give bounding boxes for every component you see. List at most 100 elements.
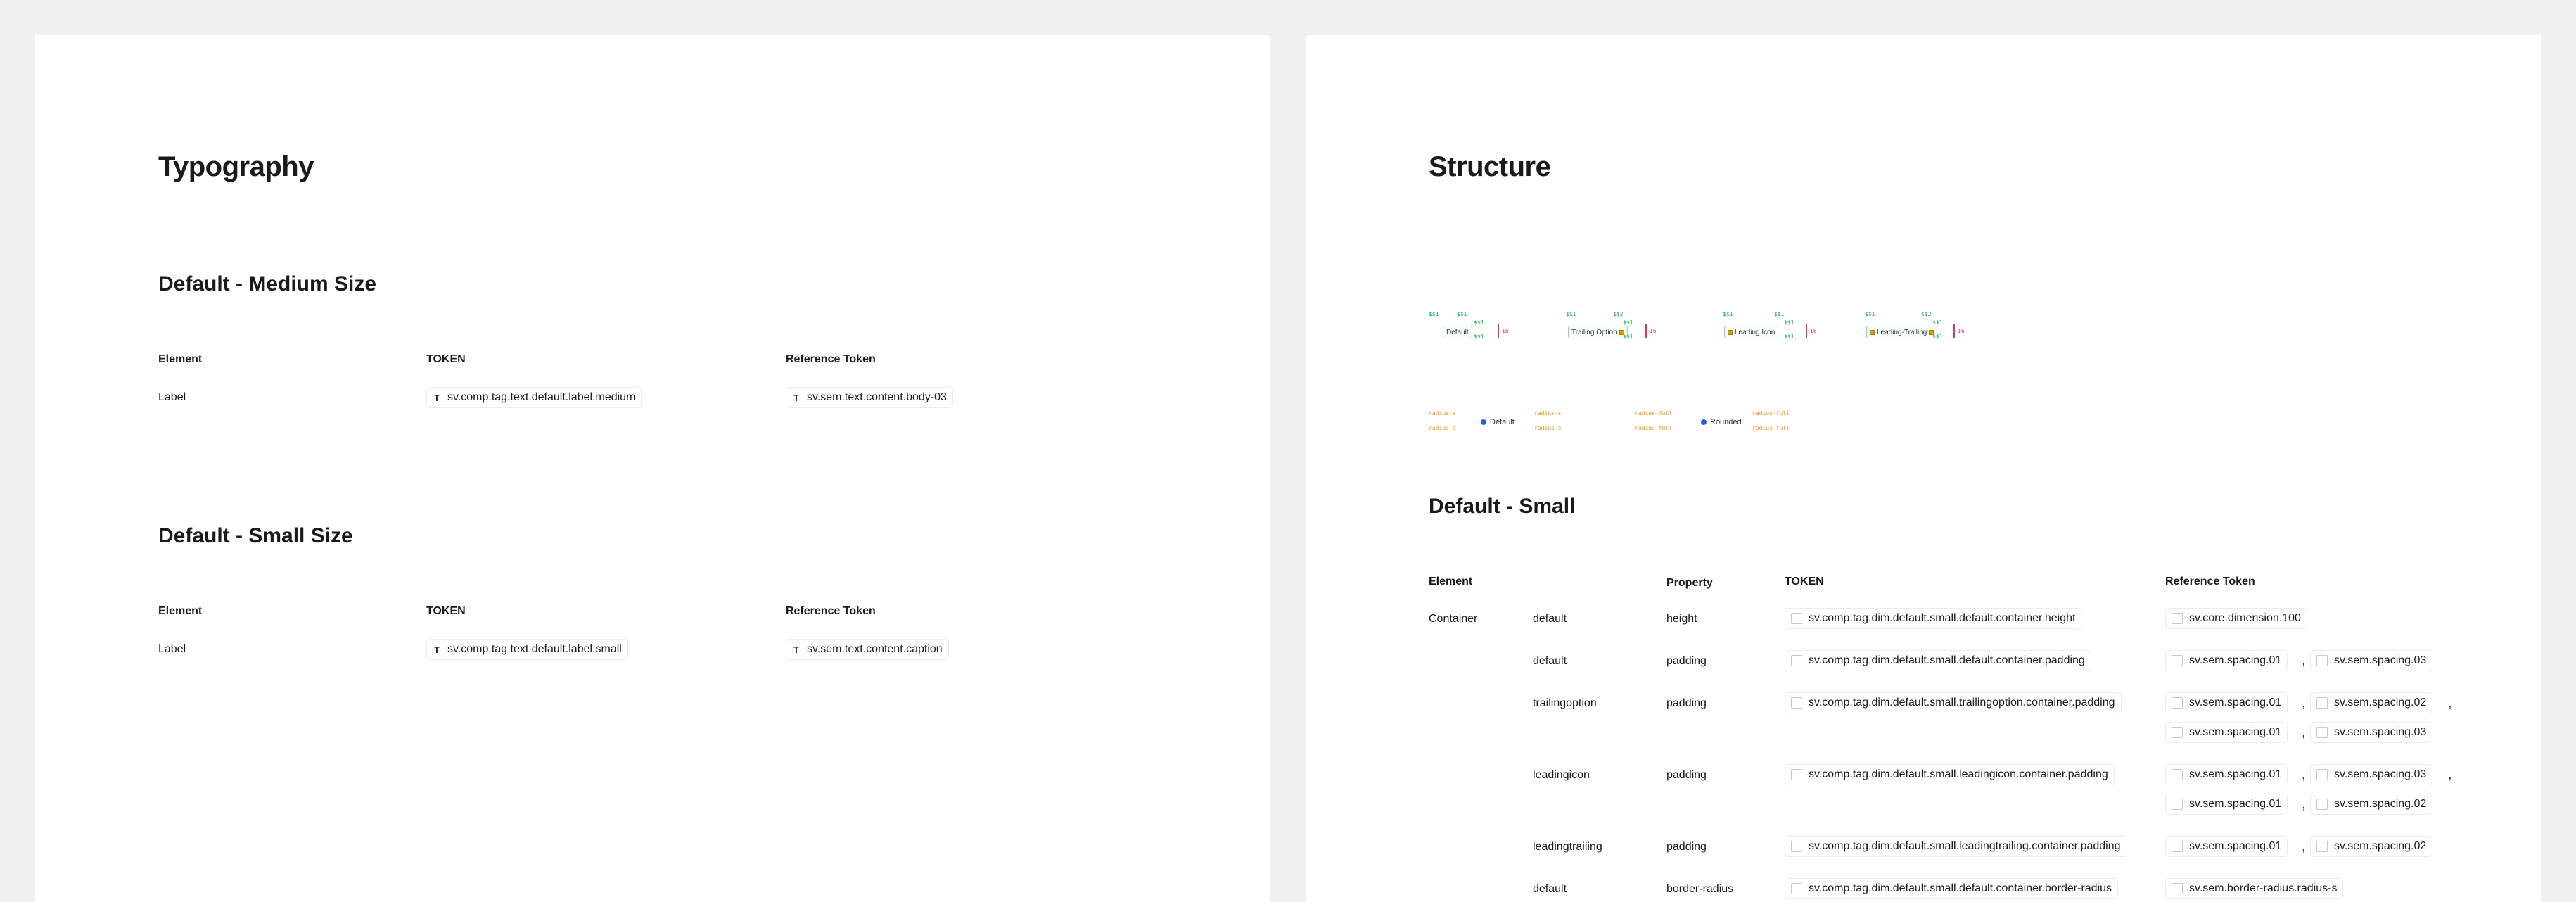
spacing-annotation: $$1 (1566, 311, 1576, 317)
reference-token-chip[interactable]: sv.sem.spacing.03 (2310, 764, 2433, 785)
token-name: sv.comp.tag.dim.default.small.default.co… (1809, 882, 2112, 894)
tag-label: Rounded (1710, 418, 1742, 426)
tag-label: Trailing Option (1571, 328, 1617, 336)
reference-token-chip[interactable]: sv.sem.spacing.02 (2310, 794, 2433, 815)
section-heading: Default - Small (1429, 495, 1576, 518)
element-name: Container (1429, 613, 1478, 625)
reference-token-chip[interactable]: T sv.sem.text.content.body-03 (786, 387, 953, 408)
token-chip[interactable]: T sv.comp.tag.text.default.label.medium (426, 387, 642, 408)
reference-token-chip[interactable]: sv.sem.spacing.02 (2310, 692, 2433, 713)
spacing-annotation: $$1 (1474, 334, 1484, 340)
token-chip[interactable]: T sv.comp.tag.text.default.label.small (426, 639, 628, 660)
leading-icon (1870, 329, 1875, 335)
token-chip[interactable]: sv.comp.tag.dim.default.small.default.co… (1785, 608, 2082, 629)
reference-token-name: sv.sem.text.content.body-03 (807, 391, 947, 403)
dimension-token-icon (2172, 655, 2183, 666)
dimension-token-icon (2316, 697, 2328, 709)
radius-annotation: radius-full (1635, 425, 1672, 431)
tag-trailing-option-sample: Trailing Option (1568, 326, 1628, 338)
column-header-property: Property (1666, 577, 1713, 589)
dimension-token-icon (2172, 883, 2183, 894)
radius-annotation: radius-full (1752, 410, 1790, 417)
reference-token-chip[interactable]: sv.sem.spacing.03 (2310, 722, 2433, 743)
dimension-token-icon (2172, 841, 2183, 852)
tag-label: Leading-Trailing (1877, 328, 1927, 336)
tag-leading-icon-sample: Leading Icon (1724, 326, 1779, 338)
spacing-annotation: $$1 (1784, 319, 1794, 326)
spacing-annotation: $$1 (1774, 311, 1785, 317)
tag-leading-trailing-sample: Leading-Trailing (1866, 326, 1938, 338)
variant-name: default (1533, 883, 1567, 895)
token-chip[interactable]: sv.comp.tag.dim.default.small.leadingico… (1785, 764, 2115, 785)
height-annotation: 16 (1650, 328, 1657, 334)
radius-annotation: radius-full (1752, 425, 1790, 431)
spacing-annotation: $$1 (1784, 334, 1794, 340)
section-heading: Default - Small Size (158, 524, 353, 547)
spacing-annotation: $$1 (1723, 311, 1733, 317)
reference-token-name: sv.sem.spacing.03 (2334, 726, 2427, 738)
spacing-annotation: $$1 (1474, 319, 1484, 326)
spacing-annotation: $$1 (1623, 319, 1633, 326)
spacing-annotation: $$1 (1865, 311, 1875, 317)
spacing-annotation: $$1 (1932, 319, 1943, 326)
token-chip[interactable]: sv.comp.tag.dim.default.small.leadingtra… (1785, 836, 2127, 857)
separator: , (2302, 796, 2306, 812)
radius-annotation: radius-s (1429, 410, 1456, 417)
reference-token-name: sv.sem.spacing.03 (2334, 654, 2427, 666)
reference-token-chip[interactable]: sv.sem.spacing.01 (2165, 650, 2288, 671)
dimension-token-icon (2316, 841, 2328, 852)
height-annotation: 16 (1958, 328, 1965, 334)
reference-token-chip[interactable]: sv.sem.spacing.01 (2165, 794, 2288, 815)
reference-token-chip[interactable]: sv.sem.border-radius.radius-s (2165, 878, 2344, 899)
variant-name: default (1533, 655, 1567, 667)
reference-token-name: sv.sem.spacing.01 (2189, 768, 2282, 780)
column-header-element: Element (1429, 576, 1473, 587)
text-style-icon: T (793, 644, 799, 655)
column-header-reference-token: Reference Token (786, 353, 876, 365)
variant-name: default (1533, 613, 1567, 625)
radius-annotation: radius-full (1635, 410, 1672, 417)
dimension-token-icon (1791, 613, 1802, 624)
reference-token-name: sv.sem.spacing.03 (2334, 768, 2427, 780)
dimension-token-icon (1791, 697, 1802, 709)
spacing-annotation: $$1 (1932, 334, 1943, 340)
token-chip[interactable]: sv.comp.tag.dim.default.small.trailingop… (1785, 692, 2122, 713)
token-chip[interactable]: sv.comp.tag.dim.default.small.default.co… (1785, 878, 2119, 899)
dimension-token-icon (2316, 769, 2328, 780)
reference-token-name: sv.sem.border-radius.radius-s (2189, 882, 2338, 894)
page-title: Structure (1429, 151, 1551, 182)
reference-token-chip[interactable]: sv.sem.spacing.01 (2165, 836, 2288, 857)
structure-panel: Structure $$1 $$1 Default $$1 $$1 16 $$1… (1306, 35, 2541, 902)
column-header-element: Element (158, 605, 203, 617)
column-header-token: TOKEN (1785, 576, 1824, 587)
reference-token-chip[interactable]: sv.sem.spacing.01 (2165, 764, 2288, 785)
token-name: sv.comp.tag.dim.default.small.default.co… (1809, 612, 2076, 624)
column-header-token: TOKEN (426, 605, 466, 617)
separator: , (2302, 839, 2306, 854)
text-style-icon: T (434, 644, 440, 655)
status-dot-icon (1701, 419, 1707, 425)
dimension-token-icon (1791, 769, 1802, 780)
reference-token-chip[interactable]: T sv.sem.text.content.caption (786, 639, 949, 660)
reference-token-chip[interactable]: sv.sem.spacing.01 (2165, 692, 2288, 713)
height-marker (1806, 324, 1807, 338)
reference-token-chip[interactable]: sv.core.dimension.100 (2165, 608, 2307, 629)
element-label: Label (158, 643, 186, 655)
dimension-token-icon (2172, 799, 2183, 810)
reference-token-name: sv.sem.text.content.caption (807, 643, 943, 655)
separator: , (2302, 725, 2306, 740)
reference-token-name: sv.sem.spacing.02 (2334, 840, 2427, 852)
typography-panel: Typography Default - Medium Size Element… (35, 35, 1270, 902)
reference-token-chip[interactable]: sv.sem.spacing.02 (2310, 836, 2433, 857)
height-marker (1953, 324, 1955, 338)
page-title: Typography (158, 151, 314, 182)
token-chip[interactable]: sv.comp.tag.dim.default.small.default.co… (1785, 650, 2091, 671)
reference-token-chip[interactable]: sv.sem.spacing.01 (2165, 722, 2288, 743)
separator: , (2448, 767, 2452, 782)
radius-annotation: radius-s (1534, 425, 1562, 431)
dimension-token-icon (2316, 655, 2328, 666)
height-marker (1645, 324, 1647, 338)
variant-name: leadingicon (1533, 769, 1590, 781)
text-style-icon: T (793, 392, 799, 403)
reference-token-chip[interactable]: sv.sem.spacing.03 (2310, 650, 2433, 671)
